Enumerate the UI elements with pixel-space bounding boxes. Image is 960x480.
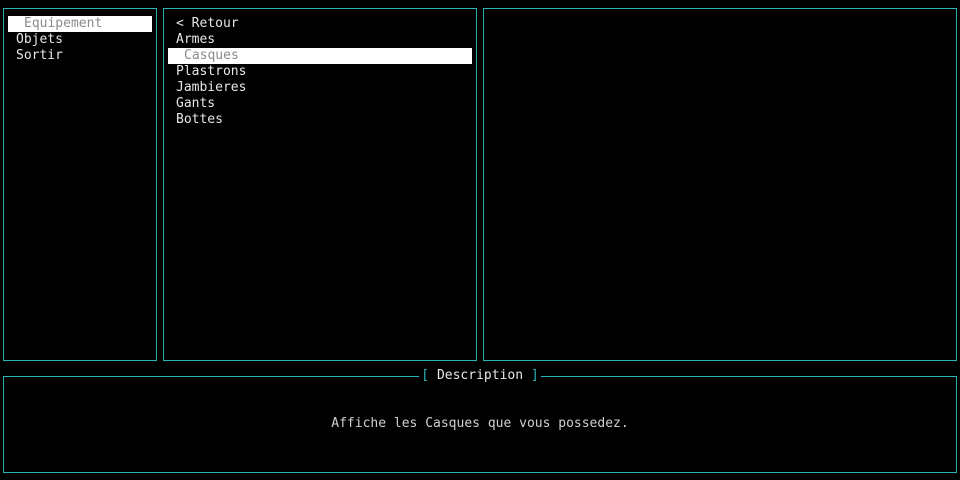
main-menu: Equipement Objets Sortir [8, 16, 152, 64]
description-panel: [ Description ] Affiche les Casques que … [3, 368, 957, 473]
description-text: Affiche les Casques que vous possedez. [331, 416, 629, 431]
main-menu-panel: Equipement Objets Sortir [3, 8, 157, 361]
equipment-submenu-panel: < Retour Armes Casques Plastrons Jambier… [163, 8, 477, 361]
submenu-item-bottes[interactable]: Bottes [168, 112, 472, 128]
submenu-item-jambieres[interactable]: Jambieres [168, 80, 472, 96]
submenu-item-casques[interactable]: Casques [168, 48, 472, 64]
menu-item-equipement[interactable]: Equipement [8, 16, 152, 32]
submenu-item-gants[interactable]: Gants [168, 96, 472, 112]
menu-item-objets[interactable]: Objets [8, 32, 152, 48]
bracket-open: [ [421, 368, 430, 383]
menu-item-sortir[interactable]: Sortir [8, 48, 152, 64]
back-button[interactable]: < Retour [168, 16, 472, 32]
description-title: [ Description ] [4, 368, 956, 384]
bracket-close: ] [530, 368, 539, 383]
equipment-submenu: < Retour Armes Casques Plastrons Jambier… [168, 16, 472, 128]
item-list-panel [483, 8, 957, 361]
submenu-item-plastrons[interactable]: Plastrons [168, 64, 472, 80]
submenu-item-armes[interactable]: Armes [168, 32, 472, 48]
description-title-text: Description [436, 368, 524, 383]
